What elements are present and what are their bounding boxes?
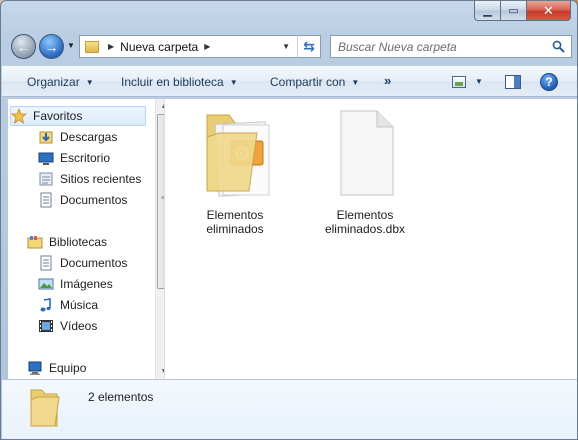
share-with-button[interactable]: Compartir con ▼: [270, 75, 359, 89]
item-count: 2 elementos: [88, 390, 154, 404]
window-controls: ▁ ▭ ✕: [474, 1, 571, 21]
maximize-icon: ▭: [508, 5, 519, 17]
music-icon: [38, 297, 54, 313]
chevron-down-icon: ▼: [229, 77, 238, 87]
document-icon: [38, 192, 54, 208]
sidebar-item-label: Sitios recientes: [60, 172, 142, 186]
folder-icon: [30, 389, 60, 427]
search-input[interactable]: Buscar Nueva carpeta: [330, 35, 572, 58]
sidebar-item-label: Documentos: [60, 256, 128, 270]
document-icon: [38, 255, 54, 271]
breadcrumb-chevron-icon[interactable]: ▶: [204, 42, 210, 51]
navigation-row: ← → ▼ ▶ Nueva carpeta ▶ ▼ ⇆ Buscar Nueva…: [1, 29, 577, 65]
address-bar[interactable]: ▶ Nueva carpeta ▶ ▼: [79, 35, 321, 58]
sidebar-item-label: Descargas: [60, 130, 118, 144]
recent-places-icon: [38, 171, 54, 187]
pictures-icon: [38, 276, 54, 292]
scrollbar-thumb[interactable]: ≡: [157, 114, 164, 289]
change-view-icon[interactable]: [452, 76, 466, 88]
title-bar: ▁ ▭ ✕: [1, 1, 577, 29]
close-icon: ✕: [543, 2, 554, 18]
chevron-down-icon: ▼: [85, 77, 94, 87]
file-name-line1: Elementos: [206, 208, 264, 222]
refresh-icon: ⇆: [303, 38, 315, 54]
command-bar: Organizar ▼ Incluir en biblioteca ▼ Compar…: [2, 65, 577, 97]
search-icon[interactable]: [552, 40, 565, 53]
sidebar-item-equipo[interactable]: Equipo: [10, 358, 150, 378]
sidebar-item-bibliotecas[interactable]: Bibliotecas: [10, 232, 150, 252]
blank-file-icon: [340, 110, 394, 196]
downloads-icon: [38, 129, 54, 145]
forward-arrow-icon: →: [44, 38, 59, 55]
star-icon: [11, 108, 27, 124]
sidebar-item-musica[interactable]: Música: [38, 295, 164, 315]
file-list-area: O Elementos eliminados Elementos elimina…: [165, 99, 577, 379]
file-item[interactable]: Elementos eliminados.dbx: [315, 103, 415, 236]
address-dropdown-icon[interactable]: ▼: [282, 42, 290, 51]
computer-icon: [27, 360, 43, 376]
sidebar-item-descargas[interactable]: Descargas: [38, 127, 164, 147]
outlook-folder-icon: O: [206, 114, 270, 197]
sidebar-item-label: Equipo: [49, 361, 87, 375]
sidebar-item-label: Imágenes: [60, 277, 113, 291]
file-name-line2: eliminados: [206, 222, 264, 236]
organize-label: Organizar: [27, 75, 80, 89]
preview-pane-icon[interactable]: [505, 75, 521, 89]
scroll-up-icon[interactable]: ▲: [156, 99, 164, 114]
breadcrumb-separator-icon[interactable]: ▶: [108, 42, 114, 51]
sidebar-item-imagenes[interactable]: Imágenes: [38, 274, 164, 294]
file-item[interactable]: O Elementos eliminados: [185, 103, 285, 236]
scroll-down-icon[interactable]: ▼: [156, 364, 164, 379]
chevron-down-icon: ▼: [351, 77, 360, 87]
sidebar-item-favoritos[interactable]: Favoritos: [10, 106, 146, 126]
sidebar-item-label: Escritorio: [60, 151, 111, 165]
folder-icon: [85, 40, 99, 53]
include-label: Incluir en biblioteca: [121, 75, 224, 89]
back-button[interactable]: ←: [11, 34, 36, 59]
sidebar-item-label: Favoritos: [33, 109, 83, 123]
more-commands-button[interactable]: »: [384, 73, 391, 88]
desktop-icon: [38, 150, 54, 166]
sidebar-item-label: Música: [60, 298, 99, 312]
details-pane: 2 elementos: [2, 379, 577, 439]
share-label: Compartir con: [270, 75, 346, 89]
minimize-icon: ▁: [483, 5, 492, 17]
refresh-button[interactable]: ⇆: [297, 35, 321, 58]
help-icon[interactable]: ?: [540, 73, 558, 91]
video-icon: [38, 318, 54, 334]
search-placeholder: Buscar Nueva carpeta: [338, 39, 457, 54]
back-arrow-icon: ←: [16, 38, 31, 55]
view-options-dropdown-icon[interactable]: ▼: [475, 77, 483, 86]
minimize-button[interactable]: ▁: [474, 1, 501, 21]
file-name-line1: Elementos: [336, 208, 394, 222]
sidebar-item-label: Documentos: [60, 193, 128, 207]
sidebar-item-label: Vídeos: [60, 319, 98, 333]
breadcrumb-current[interactable]: Nueva carpeta: [120, 40, 198, 54]
recent-pages-dropdown[interactable]: ▼: [67, 41, 75, 50]
library-icon: [27, 234, 43, 250]
sidebar-item-documentos-lib[interactable]: Documentos: [38, 253, 164, 273]
maximize-button[interactable]: ▭: [501, 1, 527, 21]
forward-button[interactable]: →: [39, 34, 64, 59]
sidebar-scrollbar[interactable]: ▲ ≡ ▼: [155, 99, 164, 379]
sidebar-item-sitios-recientes[interactable]: Sitios recientes: [38, 169, 164, 189]
sidebar-item-videos[interactable]: Vídeos: [38, 316, 164, 336]
sidebar-item-escritorio[interactable]: Escritorio: [38, 148, 164, 168]
file-name-line2: eliminados.dbx: [324, 222, 406, 236]
organize-button[interactable]: Organizar ▼: [27, 75, 94, 89]
sidebar-item-label: Bibliotecas: [49, 235, 108, 249]
sidebar-item-documentos-fav[interactable]: Documentos: [38, 190, 164, 210]
close-button[interactable]: ✕: [527, 1, 571, 21]
include-in-library-button[interactable]: Incluir en biblioteca ▼: [121, 75, 238, 89]
navigation-pane: Favoritos Descargas Escritorio Sitios re…: [8, 99, 165, 379]
explorer-window: ▁ ▭ ✕ ← → ▼ ▶ Nueva carpeta ▶ ▼ ⇆ Buscar…: [0, 0, 578, 440]
